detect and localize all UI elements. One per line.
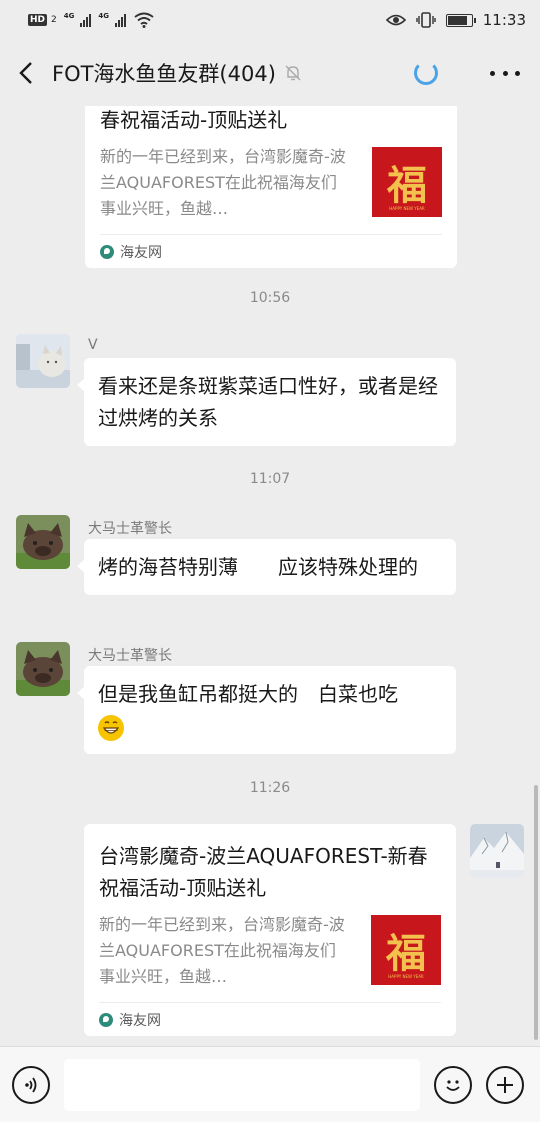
network-label-1: 4G [63,12,75,20]
signal-icon [80,13,92,27]
link-card-body: 新的一年已经到来，台湾影魔奇-波兰AQUAFOREST在此祝福海友们事业兴旺，鱼… [100,144,442,222]
voice-button[interactable] [12,1065,50,1104]
avatar[interactable] [16,515,70,569]
my-avatar[interactable] [470,824,524,878]
more-dot [502,70,508,76]
emoji-icon [446,1079,460,1091]
link-card-title: 春祝福活动-顶贴送礼 [100,108,288,132]
status-time: 11:33 [482,11,526,29]
mute-bell-icon [284,64,302,82]
message-bubble[interactable]: 看来还是条斑紫菜适口性好，或者是经过烘烤的关系 [77,358,456,446]
link-card-body: 新的一年已经到来，台湾影魔奇-波兰AQUAFOREST在此祝福海友们事业兴旺，鱼… [99,912,441,990]
fu-character: 福 [387,162,427,209]
status-left: HD 2 4G 4G [28,12,154,28]
message-text: 但是我鱼缸吊都挺大的 白菜也吃 [98,682,398,706]
thumbnail-caption: HAPPY NEW YEAR [389,206,425,211]
message-bubble[interactable]: 烤的海苔特别薄 应该特殊处理的 [77,539,456,595]
loading-icon [414,61,438,85]
signal-icon [115,13,126,27]
timestamp: 11:26 [249,780,291,796]
source-name: 海友网 [120,244,162,261]
source-name: 海友网 [119,1012,161,1029]
status-bar: HD 2 4G 4G 11:33 [0,0,540,40]
back-button[interactable] [0,40,52,106]
status-right: 11:33 [385,11,526,29]
link-card[interactable]: 春祝福活动-顶贴送礼 新的一年已经到来，台湾影魔奇-波兰AQUAFOREST在此… [85,106,457,268]
sender-name: 大马士革警长 [88,648,172,664]
link-card-title: 台湾影魔奇-波兰AQUAFOREST-新春祝福活动-顶贴送礼 [99,844,428,900]
scrollbar[interactable] [534,785,538,1040]
eye-comfort-icon [385,14,406,26]
dog-avatar-icon [16,515,70,569]
avatar[interactable] [16,642,70,696]
hd-badge: HD [28,14,48,26]
link-card-description: 新的一年已经到来，台湾影魔奇-波兰AQUAFOREST在此祝福海友们事业兴旺，鱼… [99,915,345,986]
message-text: 烤的海苔特别薄 应该特殊处理的 [98,555,418,579]
vibrate-icon [416,12,436,28]
chat-title: FOT海水鱼鱼友群(404) [52,62,276,86]
message-text: 看来还是条斑紫菜适口性好，或者是经过烘烤的关系 [98,374,438,430]
sender-name: 大马士革警长 [88,521,172,537]
thumbnail-caption: HAPPY NEW YEAR [388,974,424,979]
dog-avatar-icon [16,642,70,696]
sender-name: V [88,337,98,353]
more-dot [490,70,495,76]
battery-icon [445,13,476,27]
timestamp: 11:07 [249,471,291,487]
link-card-description: 新的一年已经到来，台湾影魔奇-波兰AQUAFOREST在此祝福海友们事业兴旺，鱼… [100,147,346,218]
link-card[interactable]: 台湾影魔奇-波兰AQUAFOREST-新春祝福活动-顶贴送礼 新的一年已经到来，… [84,824,456,1036]
link-card-thumbnail: 福 HAPPY NEW YEAR [372,147,442,217]
back-arrow-icon [19,62,32,84]
more-dot [515,70,520,76]
source-logo-icon [100,244,114,259]
battery-fill [447,15,467,25]
avatar[interactable] [16,334,70,388]
timestamp: 10:56 [249,290,291,306]
link-card-source: 海友网 [100,234,442,268]
chat-header: FOT海水鱼鱼友群(404) [0,40,540,106]
wifi-icon [134,12,154,28]
voice-icon [25,1076,37,1093]
message-list[interactable]: 春祝福活动-顶贴送礼 新的一年已经到来，台湾影魔奇-波兰AQUAFOREST在此… [0,106,540,1046]
cat-avatar-icon [16,334,70,388]
add-button[interactable] [486,1065,524,1104]
link-card-thumbnail: 福 HAPPY NEW YEAR [371,915,441,985]
link-card-source: 海友网 [99,1002,441,1036]
message-bubble[interactable]: 但是我鱼缸吊都挺大的 白菜也吃 [77,666,456,754]
fu-character: 福 [386,930,426,977]
input-bar [0,1046,540,1122]
snow-mountain-avatar-icon [470,824,524,878]
source-logo-icon [99,1012,113,1027]
emoji-button[interactable] [434,1065,472,1104]
more-button[interactable] [490,60,520,86]
add-icon [497,1076,513,1093]
grin-emoji-icon [98,714,124,741]
hd-sub: 2 [51,15,57,25]
message-input[interactable] [64,1058,420,1111]
network-label-2: 4G [98,12,109,20]
